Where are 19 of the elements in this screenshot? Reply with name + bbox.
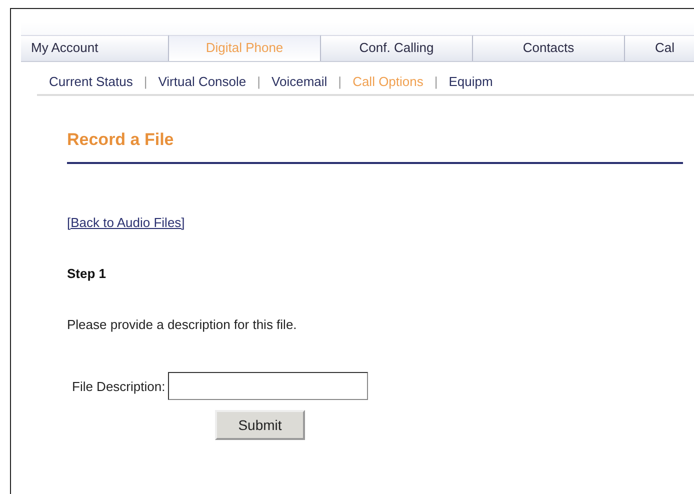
instruction-text: Please provide a description for this file. — [67, 317, 298, 332]
separator: | — [144, 74, 148, 91]
page-heading: Record a File — [67, 130, 683, 164]
subnav-link[interactable]: Current Status — [49, 74, 133, 94]
subnav-link[interactable]: Equipm — [448, 74, 493, 94]
description-field[interactable] — [168, 372, 368, 400]
submit-button[interactable]: Submit — [215, 410, 305, 440]
subnav-link[interactable]: Virtual Console — [158, 74, 246, 94]
nav-tab[interactable]: Conf. Calling — [321, 35, 473, 61]
nav-tab[interactable]: Cal — [625, 35, 694, 61]
nav-tab[interactable]: Contacts — [473, 35, 625, 61]
separator: | — [257, 74, 261, 91]
separator: | — [434, 74, 438, 91]
back-link[interactable]: [Back to Audio Files] — [67, 215, 185, 230]
nav-tab[interactable]: My Account — [21, 35, 169, 61]
separator: | — [338, 74, 342, 91]
field-label: File Description: — [72, 378, 166, 394]
step-title: Step 1 — [67, 266, 108, 281]
subnav-link[interactable]: Voicemail — [272, 74, 328, 94]
